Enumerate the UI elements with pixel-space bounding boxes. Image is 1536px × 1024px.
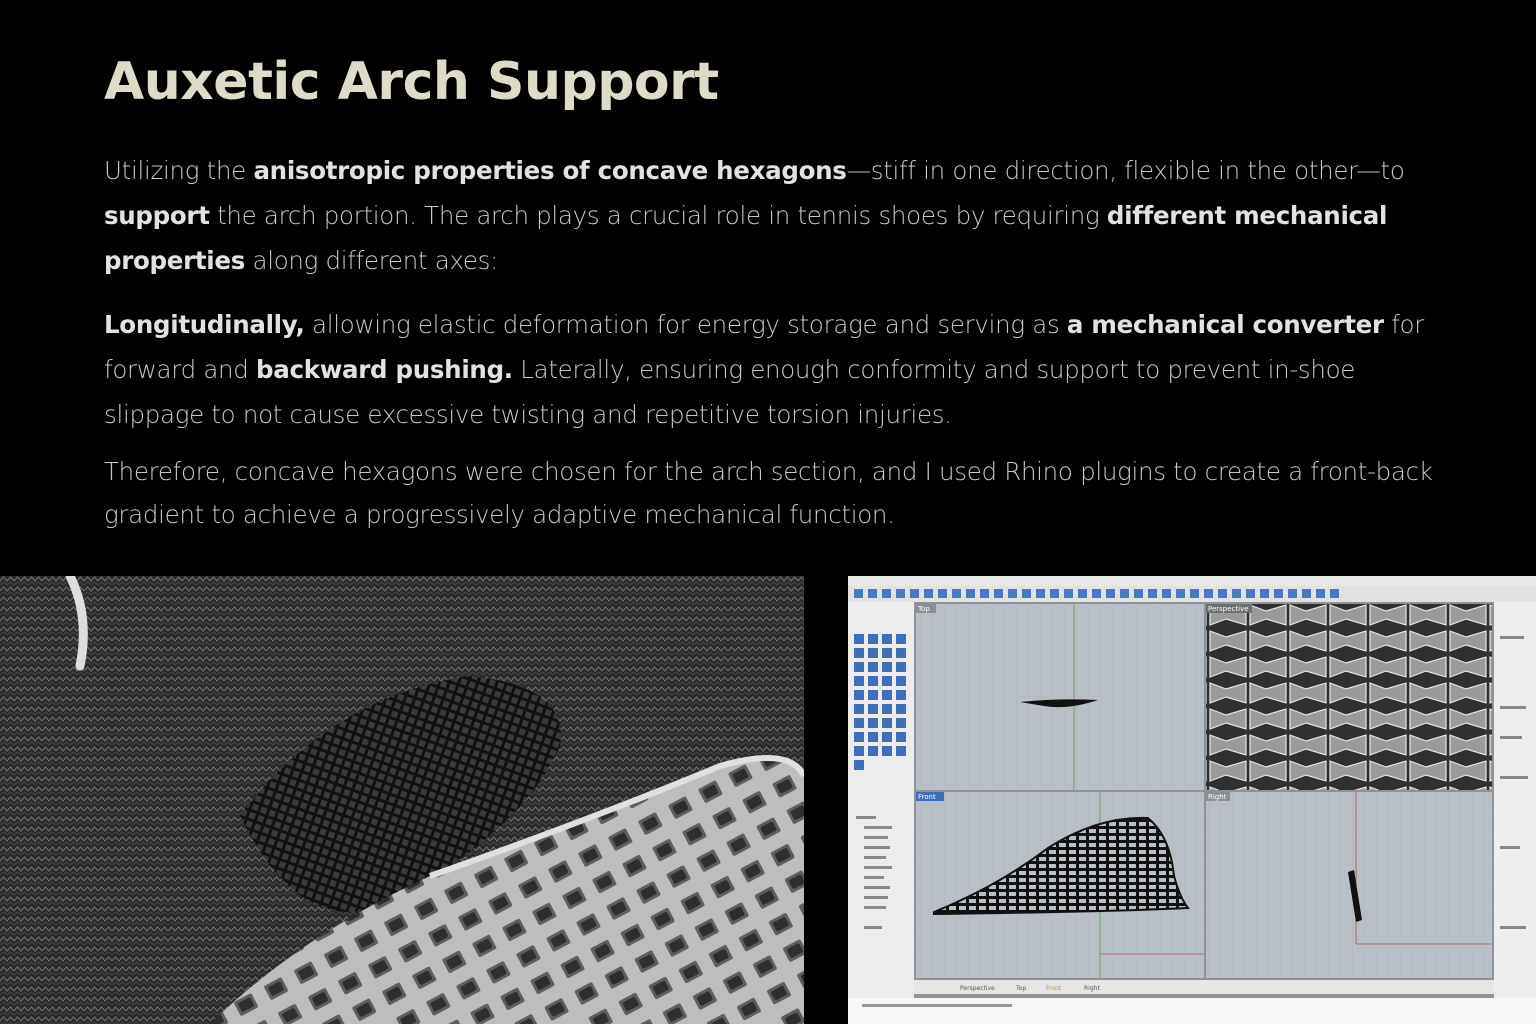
p2-bold-2: a mechanical converter: [1066, 310, 1384, 339]
intro-paragraph: Utilizing the anisotropic properties of …: [104, 148, 1434, 283]
p2-text-1: allowing elastic deformation for energy …: [304, 310, 1067, 339]
axes-paragraph: Longitudinally, allowing elastic deforma…: [104, 302, 1434, 437]
p1-text-1: Utilizing the: [104, 156, 254, 185]
p2-bold-1: Longitudinally,: [104, 310, 305, 339]
arch-support-photo: [0, 576, 804, 1024]
tab-perspective[interactable]: Perspective: [960, 985, 995, 992]
rhino-screenshot: Top Perspective Front Right Perspective …: [848, 576, 1536, 1024]
page-title: Auxetic Arch Support: [104, 52, 719, 112]
viewport-perspective-label[interactable]: Perspective: [1208, 605, 1249, 613]
viewport-right-label[interactable]: Right: [1208, 793, 1227, 801]
p1-text-2: —stiff in one direction, flexible in the…: [846, 156, 1405, 185]
p3-text-1: Therefore, concave hexagons were chosen …: [104, 457, 1433, 529]
p1-bold-2: support: [104, 201, 210, 230]
tab-top[interactable]: Top: [1015, 985, 1026, 992]
viewport-top-label[interactable]: Top: [917, 605, 930, 613]
tab-right[interactable]: Right: [1084, 985, 1100, 992]
conclusion-paragraph: Therefore, concave hexagons were chosen …: [104, 450, 1434, 536]
tab-front[interactable]: Front: [1046, 985, 1062, 992]
p1-text-3: the arch portion. The arch plays a cruci…: [209, 201, 1107, 230]
p2-bold-3: backward pushing.: [256, 355, 513, 384]
viewport-front-label[interactable]: Front: [918, 793, 936, 801]
p1-text-4: along different axes:: [245, 246, 499, 275]
p1-bold-1: anisotropic properties of concave hexago…: [253, 156, 847, 185]
